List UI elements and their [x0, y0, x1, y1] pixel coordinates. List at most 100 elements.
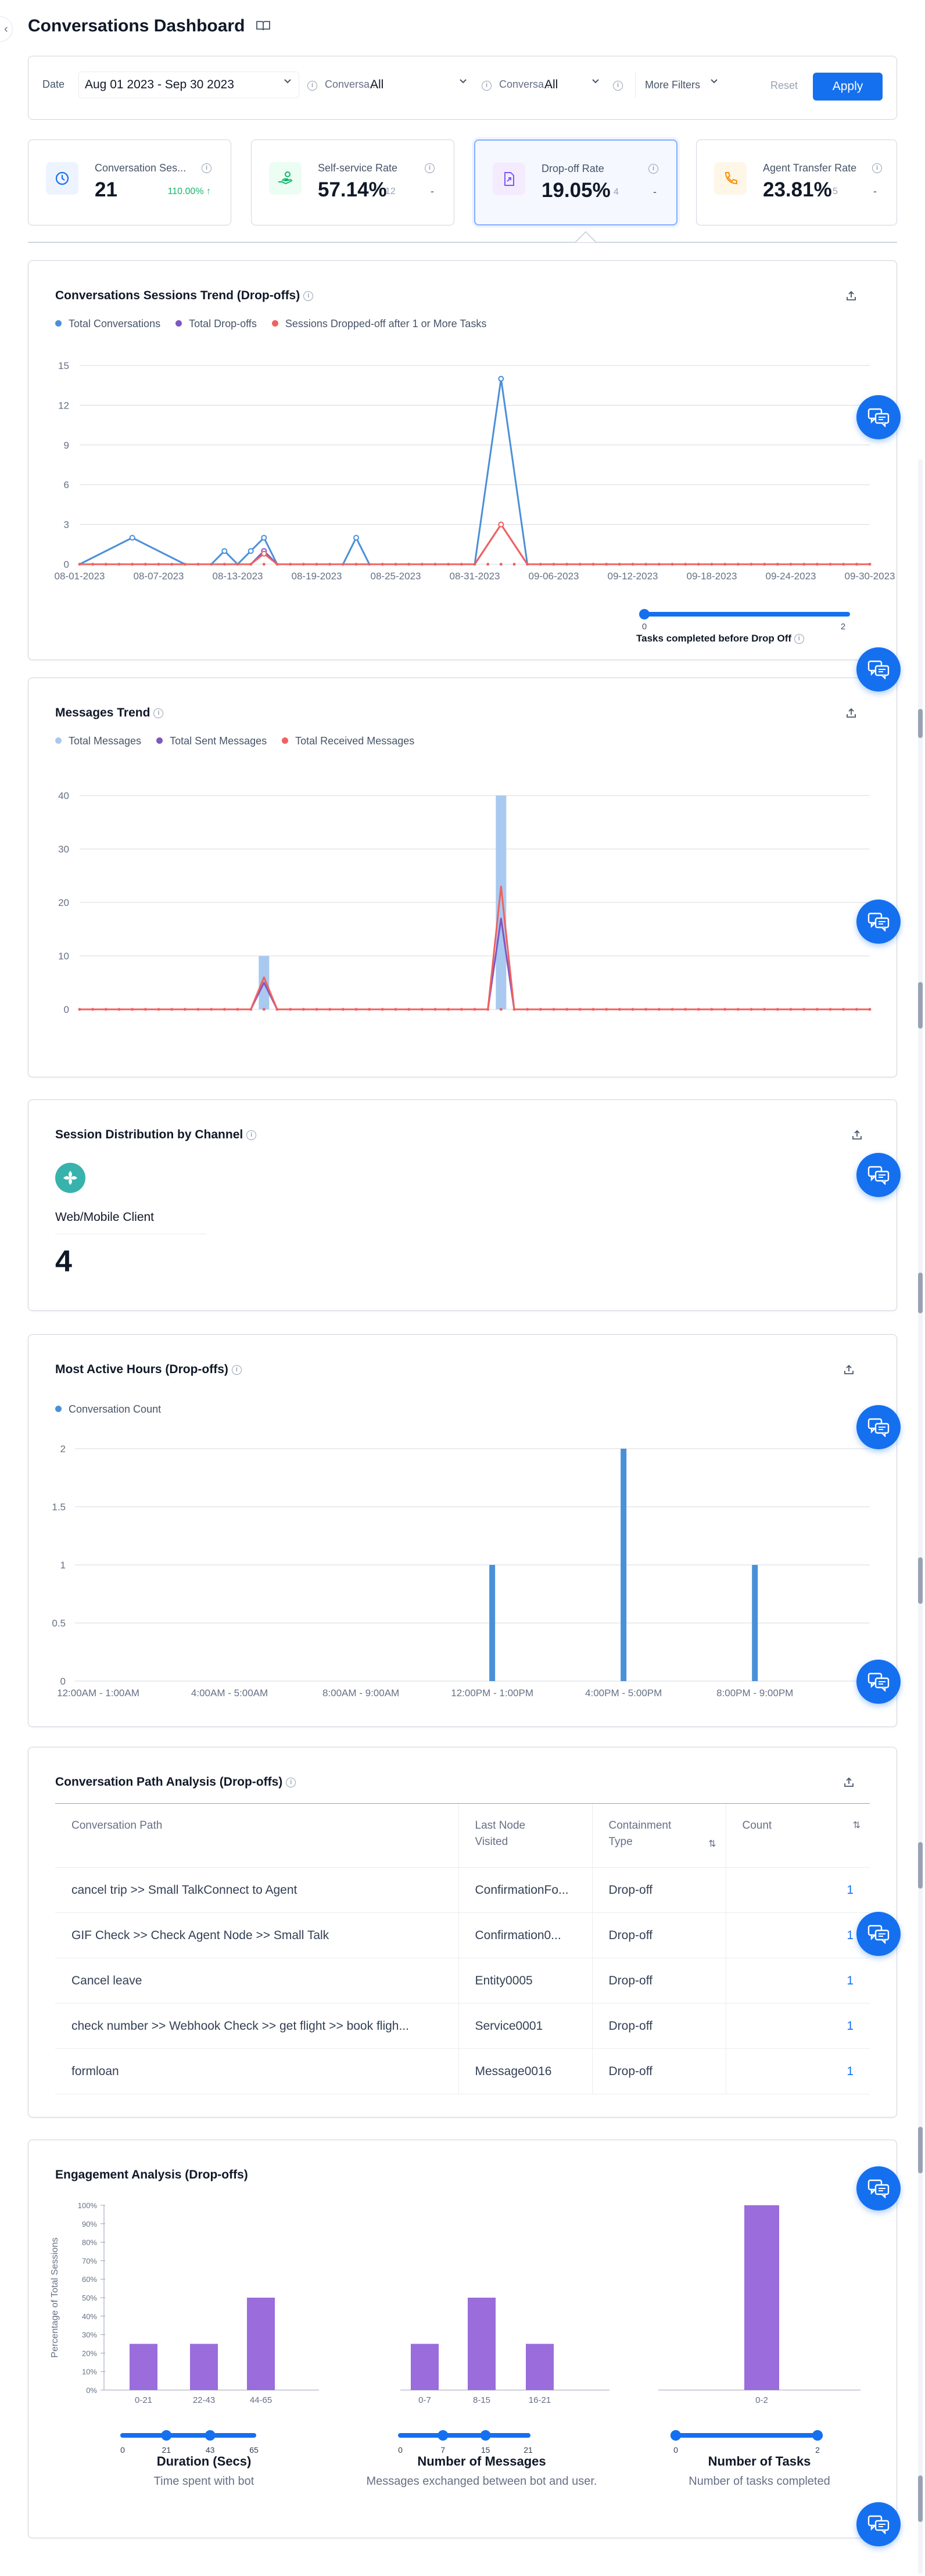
chart-legend: Total Conversations Total Drop-offs Sess…: [55, 318, 486, 330]
chat-assistant-button[interactable]: [856, 2166, 901, 2210]
selected-kpi-pointer: [575, 231, 596, 243]
chat-assistant-button[interactable]: [856, 1912, 901, 1956]
export-icon[interactable]: [844, 289, 858, 303]
table-row[interactable]: check number >> Webhook Check >> get fli…: [55, 2003, 870, 2049]
baseline-point: [381, 1008, 384, 1011]
kpi-conversation-sessions[interactable]: Conversation Ses... i 21 110.00% ↑: [28, 139, 231, 225]
column-header[interactable]: Last Node Visited: [458, 1803, 592, 1868]
scrollbar-thumb[interactable]: [918, 1273, 923, 1313]
info-icon[interactable]: i: [202, 163, 211, 173]
chat-assistant-button[interactable]: [856, 2502, 901, 2546]
baseline-point: [447, 1008, 450, 1011]
baseline-point: [565, 563, 569, 566]
baseline-point: [539, 1008, 542, 1011]
info-icon[interactable]: i: [246, 1130, 257, 1140]
hand-coin-icon: [269, 162, 302, 195]
kpi-self-service-rate[interactable]: Self-service Rate i 57.14% 12 -: [251, 139, 454, 225]
legend-item[interactable]: Sessions Dropped-off after 1 or More Tas…: [271, 318, 486, 330]
info-icon[interactable]: i: [231, 1364, 242, 1375]
baseline-point: [644, 1008, 648, 1011]
y-tick-label: 40%: [82, 2312, 97, 2321]
export-icon[interactable]: [844, 706, 858, 720]
slider-tick-label: 65: [249, 2445, 259, 2455]
info-icon[interactable]: i: [153, 708, 164, 718]
baseline-point: [815, 563, 819, 566]
count-cell[interactable]: 1: [725, 2048, 870, 2094]
slider-tick-label: 21: [524, 2445, 533, 2455]
chat-assistant-button[interactable]: [856, 1660, 901, 1704]
table-row[interactable]: GIF Check >> Check Agent Node >> Small T…: [55, 1912, 870, 1958]
count-cell[interactable]: 1: [725, 1958, 870, 2004]
column-header[interactable]: Count ⇅: [725, 1803, 870, 1868]
y-tick-label: 30%: [82, 2331, 97, 2339]
scrollbar-thumb[interactable]: [918, 1557, 923, 1604]
collapse-sidebar-button[interactable]: ‹: [0, 16, 13, 42]
scrollbar-thumb[interactable]: [918, 2127, 923, 2173]
chevron-down-icon: [711, 79, 718, 84]
info-icon[interactable]: i: [482, 81, 492, 91]
scrollbar-thumb[interactable]: [918, 2475, 923, 2522]
reset-button[interactable]: Reset: [770, 80, 798, 92]
apply-button[interactable]: Apply: [813, 73, 883, 101]
column-header[interactable]: Containment Type ⇅: [591, 1803, 726, 1868]
info-icon[interactable]: i: [303, 291, 314, 301]
legend-item[interactable]: Total Drop-offs: [175, 318, 257, 330]
baseline-point: [578, 1008, 582, 1011]
bar: [489, 1565, 496, 1681]
scrollbar-thumb[interactable]: [918, 1842, 923, 1889]
chat-assistant-button[interactable]: [856, 1153, 901, 1197]
export-icon[interactable]: [850, 1128, 864, 1142]
legend-item[interactable]: Total Messages: [55, 735, 141, 747]
date-range-picker[interactable]: Aug 01 2023 - Sep 30 2023: [78, 71, 299, 98]
info-icon[interactable]: i: [648, 164, 658, 174]
legend-item[interactable]: Conversation Count: [55, 1403, 161, 1416]
legend-item[interactable]: Total Sent Messages: [156, 735, 267, 747]
scrollbar-thumb[interactable]: [918, 709, 923, 738]
baseline-point: [684, 1008, 687, 1011]
path-cell: check number >> Webhook Check >> get fli…: [55, 2003, 458, 2049]
column-header[interactable]: Conversation Path: [55, 1803, 458, 1868]
book-icon[interactable]: [256, 20, 271, 31]
y-tick-label: 10%: [82, 2367, 97, 2376]
count-cell[interactable]: 1: [725, 1912, 870, 1958]
scrollbar-thumb[interactable]: [918, 982, 923, 1029]
baseline-point: [354, 1008, 358, 1011]
kpi-drop-off-rate[interactable]: Drop-off Rate i 19.05% 4 -: [474, 139, 677, 225]
info-icon[interactable]: i: [794, 634, 804, 644]
legend-item[interactable]: Total Received Messages: [282, 735, 414, 747]
baseline-point: [368, 563, 371, 566]
sort-icon[interactable]: ⇅: [853, 1818, 861, 1834]
x-tick-label: 0-2: [755, 2395, 768, 2405]
chat-assistant-button[interactable]: [856, 900, 901, 944]
baseline-point: [236, 1008, 239, 1011]
kpi-agent-transfer-rate[interactable]: Agent Transfer Rate i 23.81% 5 -: [696, 139, 897, 225]
export-icon[interactable]: [842, 1363, 856, 1377]
table-row[interactable]: formloan Message0016 Drop-off 1: [55, 2048, 870, 2094]
info-icon[interactable]: i: [286, 1777, 296, 1787]
chat-assistant-button[interactable]: [856, 1405, 901, 1449]
scrollbar-track[interactable]: [918, 459, 923, 2574]
info-icon[interactable]: i: [425, 163, 435, 173]
x-tick-label: 08-19-2023: [292, 571, 342, 582]
info-icon[interactable]: i: [872, 163, 882, 173]
baseline-point: [565, 1008, 569, 1011]
tasks-slider[interactable]: 02: [639, 607, 859, 636]
chat-assistant-button[interactable]: [856, 647, 901, 692]
baseline-point: [512, 563, 516, 566]
y-tick-label: 0%: [86, 2386, 97, 2395]
info-icon[interactable]: i: [307, 81, 317, 91]
export-icon[interactable]: [842, 1775, 856, 1789]
y-tick-label: 30: [58, 844, 69, 855]
baseline-point: [117, 1008, 121, 1011]
chat-assistant-button[interactable]: [856, 395, 901, 439]
sort-icon[interactable]: ⇅: [708, 1836, 716, 1853]
count-cell[interactable]: 1: [725, 1867, 870, 1913]
legend-item[interactable]: Total Conversations: [55, 318, 160, 330]
baseline-point: [302, 563, 305, 566]
y-tick-label: 70%: [82, 2256, 97, 2265]
table-row[interactable]: Cancel leave Entity0005 Drop-off 1: [55, 1958, 870, 2004]
table-row[interactable]: cancel trip >> Small TalkConnect to Agen…: [55, 1867, 870, 1913]
baseline-point: [460, 1008, 463, 1011]
info-icon[interactable]: i: [613, 81, 623, 91]
count-cell[interactable]: 1: [725, 2003, 870, 2049]
